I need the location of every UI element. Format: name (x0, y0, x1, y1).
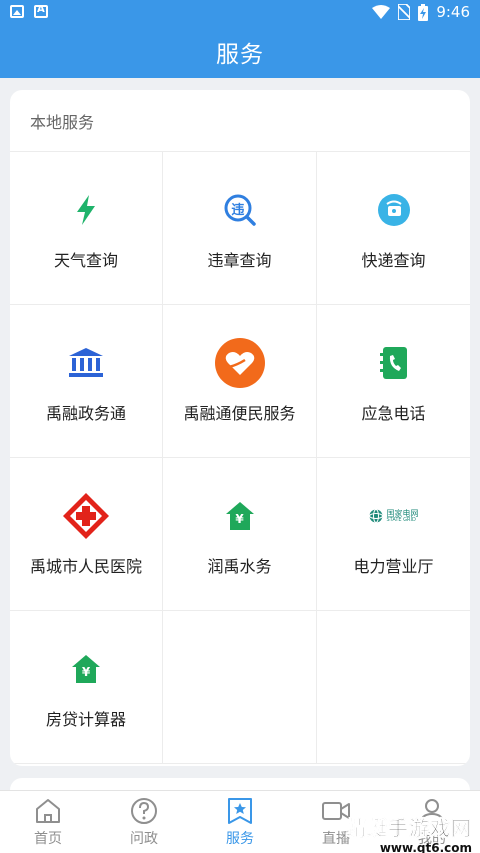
empty-cell (317, 611, 470, 764)
service-emergency[interactable]: 应急电话 (317, 305, 470, 458)
service-violation[interactable]: 违 违章查询 (163, 152, 317, 305)
service-convenience[interactable]: 禹融通便民服务 (163, 305, 317, 458)
section-title: 本地服务 (10, 90, 470, 152)
service-label: 快递查询 (361, 251, 426, 270)
service-label: 电力营业厅 (353, 557, 434, 576)
status-bar: 9:46 (0, 0, 480, 26)
status-time: 9:46 (436, 3, 470, 21)
parcel-icon (377, 194, 410, 226)
lightning-icon (77, 195, 95, 225)
nav-home[interactable]: 首页 (0, 791, 96, 853)
nav-label: 服务 (226, 831, 254, 847)
local-services-card: 本地服务 天气查询 违 违章查询 快递查询 禹融政务通 禹融通便民服务 应急电话… (10, 90, 470, 766)
battery-charging-icon (418, 3, 429, 21)
watermark-url: www.qt6.com (379, 841, 472, 853)
nav-label: 首页 (34, 831, 62, 847)
text-notification-icon (34, 4, 48, 18)
phone-book-icon (379, 347, 407, 379)
service-label: 房贷计算器 (45, 710, 126, 729)
service-hospital[interactable]: 禹城市人民医院 (10, 458, 163, 611)
question-icon (131, 798, 157, 824)
star-bookmark-icon (228, 798, 252, 824)
service-mortgage-calculator[interactable]: ¥ 房贷计算器 (10, 611, 163, 764)
service-label: 天气查询 (53, 251, 118, 270)
site-watermark: 蜻蜓手游戏网 www.qt6.com (346, 812, 472, 853)
watermark-text: 蜻蜓手游戏网 (346, 816, 472, 841)
service-label: 润禹水务 (207, 557, 272, 576)
state-grid-logo (368, 509, 383, 523)
heart-hand-icon (214, 338, 265, 388)
service-government[interactable]: 禹融政务通 (10, 305, 163, 458)
service-power[interactable]: 国家电网 STATE GRID 电力营业厅 (317, 458, 470, 611)
home-icon (36, 799, 60, 823)
violation-glyph: 违 (231, 202, 245, 218)
nav-wenzheng[interactable]: 问政 (96, 791, 192, 853)
app-bar: 服务 (0, 26, 480, 78)
state-grid-logo-subtext: STATE GRID (386, 516, 416, 523)
nav-services[interactable]: 服务 (192, 791, 288, 853)
nav-label: 问政 (130, 831, 158, 847)
government-building-icon (69, 348, 103, 377)
service-label: 禹城市人民医院 (29, 557, 142, 576)
service-water[interactable]: ¥ 润禹水务 (163, 458, 317, 611)
services-grid: 天气查询 违 违章查询 快递查询 禹融政务通 禹融通便民服务 应急电话 禹城市人… (10, 152, 470, 764)
red-cross-icon (63, 493, 109, 539)
service-label: 禹融政务通 (45, 404, 126, 423)
yuan-glyph: ¥ (81, 664, 91, 679)
service-label: 违章查询 (207, 251, 272, 270)
image-notification-icon (10, 5, 24, 18)
service-weather[interactable]: 天气查询 (10, 152, 163, 305)
service-parcel[interactable]: 快递查询 (317, 152, 470, 305)
page-title: 服务 (216, 42, 264, 68)
service-label: 禹融通便民服务 (183, 404, 296, 423)
no-sim-icon (398, 4, 411, 20)
service-label: 应急电话 (361, 404, 426, 423)
empty-cell (163, 611, 317, 764)
yuan-glyph: ¥ (235, 511, 244, 526)
wifi-icon (372, 5, 391, 19)
